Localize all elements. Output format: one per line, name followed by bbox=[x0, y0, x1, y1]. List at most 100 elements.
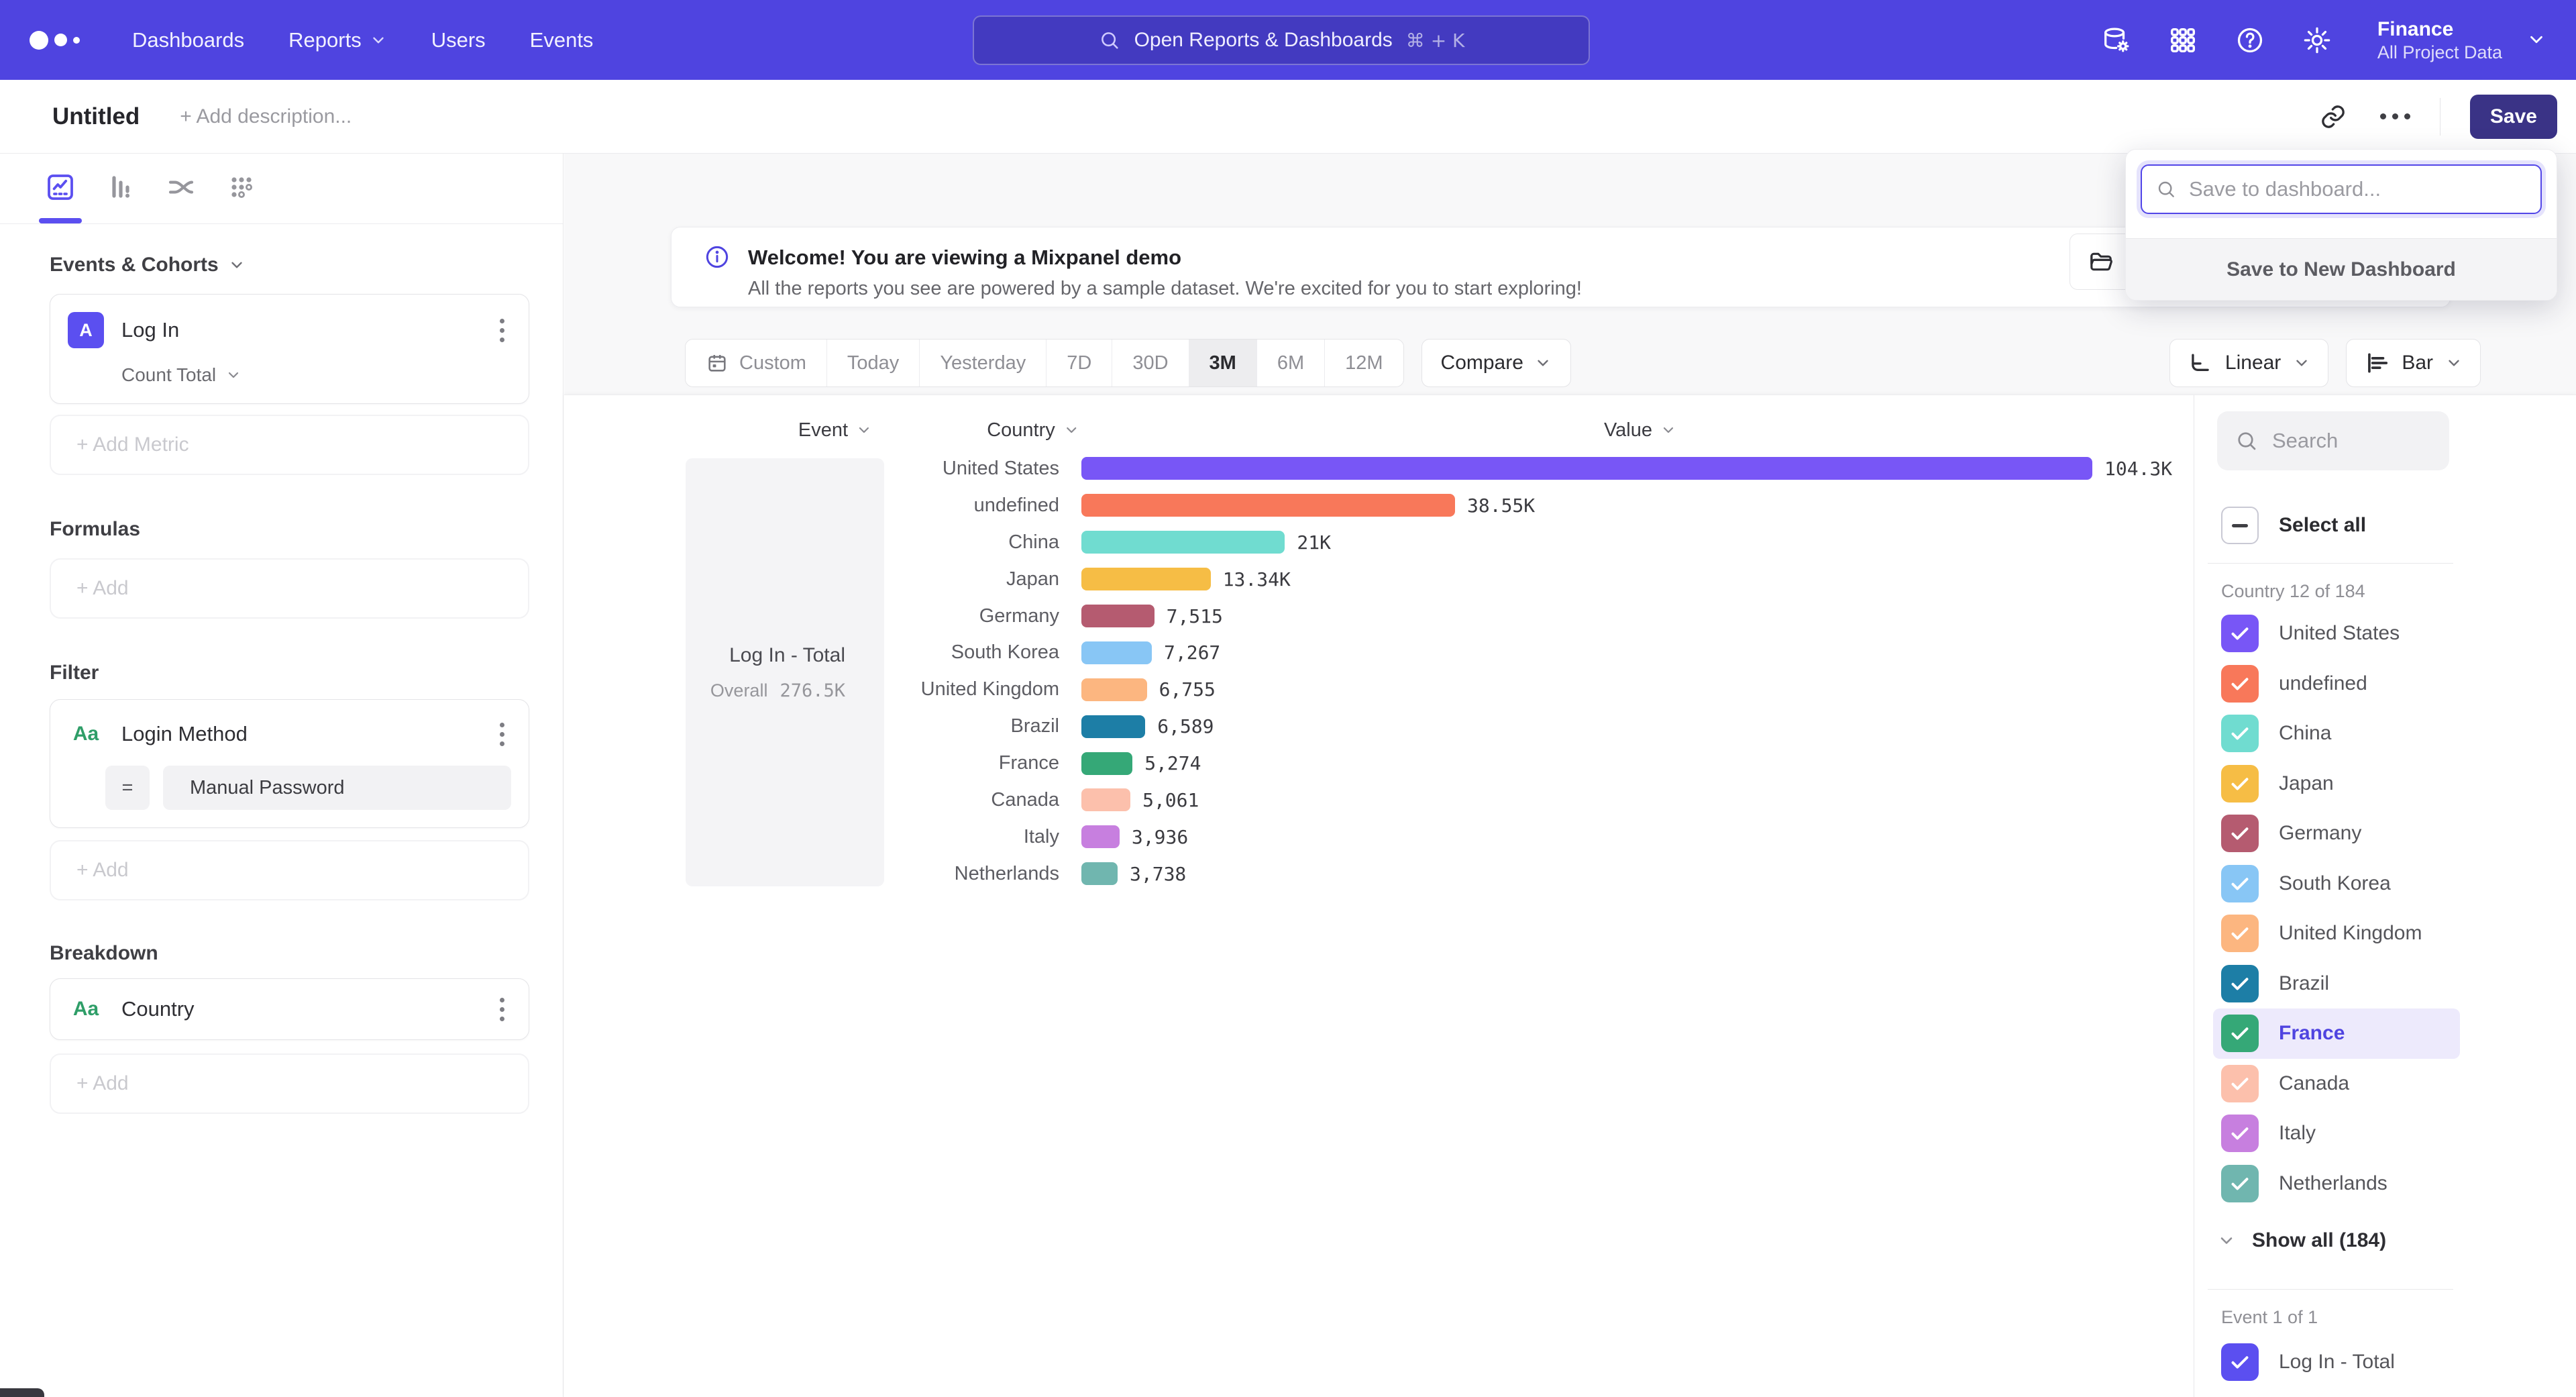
checkbox-france[interactable] bbox=[2221, 1015, 2259, 1052]
breakdown-card-country[interactable]: Aa Country bbox=[50, 978, 529, 1040]
range-6m[interactable]: 6M bbox=[1257, 340, 1325, 386]
nav-link-events[interactable]: Events bbox=[530, 28, 594, 52]
bar-japan[interactable] bbox=[1081, 568, 1211, 590]
bar-row-japan: Japan13.34K bbox=[564, 561, 2188, 598]
bar-brazil[interactable] bbox=[1081, 715, 1145, 738]
country-row-germany[interactable]: Germany bbox=[2213, 809, 2460, 859]
add-breakdown-button[interactable]: + Add bbox=[50, 1053, 529, 1114]
apps-grid-button[interactable] bbox=[2165, 23, 2200, 58]
bar-value-label: 5,274 bbox=[1144, 752, 1201, 774]
country-row-netherlands[interactable]: Netherlands bbox=[2213, 1159, 2460, 1209]
bar-undefined[interactable] bbox=[1081, 494, 1455, 517]
country-row-china[interactable]: China bbox=[2213, 709, 2460, 759]
country-row-france[interactable]: France bbox=[2213, 1008, 2460, 1059]
checkbox-japan[interactable] bbox=[2221, 765, 2259, 803]
tab-flows[interactable] bbox=[164, 171, 199, 223]
help-button[interactable] bbox=[2233, 23, 2267, 58]
range-yesterday[interactable]: Yesterday bbox=[920, 340, 1046, 386]
events-cohorts-header[interactable]: Events & Cohorts bbox=[50, 254, 529, 276]
bar-united-states[interactable] bbox=[1081, 457, 2092, 480]
add-filter-button[interactable]: + Add bbox=[50, 840, 529, 900]
report-title[interactable]: Untitled bbox=[52, 103, 140, 130]
range-3m[interactable]: 3M bbox=[1189, 340, 1257, 386]
bar-united-kingdom[interactable] bbox=[1081, 678, 1147, 701]
nav-link-reports[interactable]: Reports bbox=[288, 28, 387, 52]
filter-operator[interactable]: = bbox=[105, 766, 150, 810]
checkbox-undefined[interactable] bbox=[2221, 665, 2259, 703]
save-button[interactable]: Save bbox=[2470, 95, 2557, 139]
scale-selector[interactable]: Linear bbox=[2169, 339, 2328, 387]
checkbox-united-states[interactable] bbox=[2221, 615, 2259, 652]
tab-retention[interactable] bbox=[224, 171, 259, 223]
country-row-undefined[interactable]: undefined bbox=[2213, 659, 2460, 709]
checkbox-china[interactable] bbox=[2221, 715, 2259, 752]
checkbox-germany[interactable] bbox=[2221, 815, 2259, 852]
bar-china[interactable] bbox=[1081, 531, 1285, 554]
country-row-brazil[interactable]: Brazil bbox=[2213, 959, 2460, 1009]
compare-button[interactable]: Compare bbox=[1421, 339, 1571, 387]
save-dashboard-search-field[interactable] bbox=[2141, 164, 2542, 214]
range-custom[interactable]: Custom bbox=[686, 340, 827, 386]
bar-row-united-kingdom: United Kingdom6,755 bbox=[564, 671, 2188, 708]
checkbox-united-kingdom[interactable] bbox=[2221, 915, 2259, 952]
metric-card-log-in[interactable]: A Log In Count Total bbox=[50, 294, 529, 404]
tab-insights[interactable] bbox=[43, 171, 78, 223]
bar-italy[interactable] bbox=[1081, 825, 1120, 848]
series-search-input[interactable] bbox=[2272, 429, 2432, 453]
column-header-value[interactable]: Value bbox=[1604, 415, 1676, 445]
show-all-button[interactable]: Show all (184) bbox=[2213, 1219, 2576, 1262]
nav-link-users[interactable]: Users bbox=[431, 28, 486, 52]
settings-button[interactable] bbox=[2300, 23, 2334, 58]
country-row-canada[interactable]: Canada bbox=[2213, 1059, 2460, 1109]
nav-link-dashboards[interactable]: Dashboards bbox=[132, 28, 244, 52]
data-management-button[interactable] bbox=[2098, 23, 2133, 58]
bar-france[interactable] bbox=[1081, 752, 1132, 775]
country-row-united-states[interactable]: United States bbox=[2213, 609, 2460, 659]
filter-card-login-method[interactable]: Aa Login Method = Manual Password bbox=[50, 699, 529, 828]
bar-germany[interactable] bbox=[1081, 605, 1155, 627]
select-all-row[interactable]: Select all bbox=[2213, 507, 2576, 544]
range-12m[interactable]: 12M bbox=[1325, 340, 1403, 386]
country-row-japan[interactable]: Japan bbox=[2213, 759, 2460, 809]
column-header-country[interactable]: Country bbox=[987, 415, 1079, 445]
checkbox-canada[interactable] bbox=[2221, 1065, 2259, 1102]
banner-subtitle: All the reports you see are powered by a… bbox=[748, 278, 1582, 300]
chart-type-selector[interactable]: Bar bbox=[2346, 339, 2481, 387]
range-today[interactable]: Today bbox=[827, 340, 920, 386]
bar-south-korea[interactable] bbox=[1081, 641, 1152, 664]
range-30d[interactable]: 30D bbox=[1112, 340, 1189, 386]
bar-netherlands[interactable] bbox=[1081, 862, 1118, 885]
tab-funnels[interactable] bbox=[103, 171, 138, 223]
filter-value[interactable]: Manual Password bbox=[163, 766, 511, 810]
checkbox-netherlands[interactable] bbox=[2221, 1165, 2259, 1202]
select-all-checkbox[interactable] bbox=[2221, 507, 2259, 544]
column-header-event[interactable]: Event bbox=[798, 415, 872, 445]
more-options-button[interactable] bbox=[2380, 99, 2410, 134]
country-row-united-kingdom[interactable]: United Kingdom bbox=[2213, 909, 2460, 959]
event-checkbox-row[interactable]: Log In - Total bbox=[2213, 1337, 2576, 1387]
aggregation-selector[interactable]: Count Total bbox=[121, 364, 511, 386]
country-row-south-korea[interactable]: South Korea bbox=[2213, 859, 2460, 909]
save-to-new-dashboard-button[interactable]: Save to New Dashboard bbox=[2126, 238, 2557, 300]
add-metric-button[interactable]: + Add Metric bbox=[50, 415, 529, 475]
filter-kebab-menu[interactable] bbox=[493, 717, 511, 751]
save-dashboard-input[interactable] bbox=[2189, 177, 2527, 201]
project-switcher[interactable]: Finance All Project Data bbox=[2377, 17, 2546, 64]
range-7d[interactable]: 7D bbox=[1046, 340, 1112, 386]
copy-link-button[interactable] bbox=[2316, 99, 2351, 134]
breakdown-kebab-menu[interactable] bbox=[493, 992, 511, 1026]
bar-canada[interactable] bbox=[1081, 788, 1130, 811]
country-row-italy[interactable]: Italy bbox=[2213, 1108, 2460, 1159]
event-checkbox[interactable] bbox=[2221, 1343, 2259, 1381]
series-search-field[interactable] bbox=[2217, 411, 2449, 470]
add-description-field[interactable]: + Add description... bbox=[180, 105, 352, 128]
checkbox-south-korea[interactable] bbox=[2221, 865, 2259, 902]
checkbox-italy[interactable] bbox=[2221, 1115, 2259, 1152]
mixpanel-logo[interactable] bbox=[30, 31, 80, 50]
chevron-down-icon bbox=[2293, 354, 2310, 372]
checkbox-brazil[interactable] bbox=[2221, 965, 2259, 1002]
open-search-button[interactable]: Open Reports & Dashboards ⌘ + K bbox=[973, 15, 1590, 65]
bottom-left-peek-widget[interactable] bbox=[0, 1388, 44, 1397]
add-formula-button[interactable]: + Add bbox=[50, 558, 529, 619]
metric-kebab-menu[interactable] bbox=[493, 313, 511, 347]
